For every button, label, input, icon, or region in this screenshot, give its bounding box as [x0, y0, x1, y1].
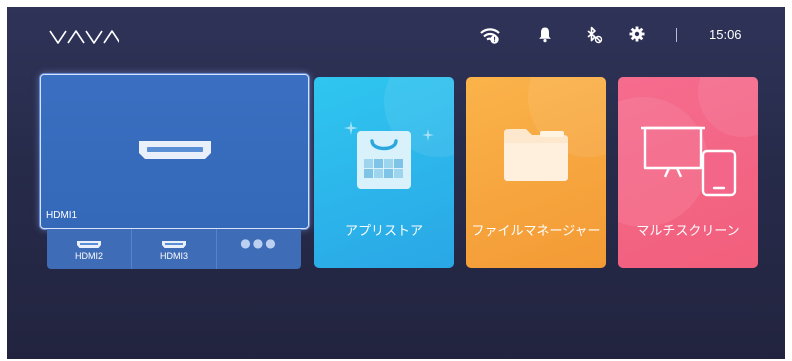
more-inputs-button[interactable]: ●●● [217, 229, 301, 269]
gear-icon[interactable] [629, 26, 645, 46]
hdmi1-label: HDMI1 [46, 210, 78, 221]
multi-screen-tile[interactable]: マルチスクリーン [618, 77, 758, 268]
hdmi2-label: HDMI2 [74, 251, 103, 261]
input-source-row: HDMI2 HDMI3 ●●● [47, 229, 301, 269]
sparkle-icon [422, 129, 434, 141]
status-divider [676, 28, 677, 42]
bell-icon[interactable] [538, 26, 552, 47]
hdmi1-tile[interactable]: HDMI1 [40, 74, 309, 229]
app-store-label: アプリストア [344, 224, 423, 239]
shopping-bag-icon [355, 125, 413, 195]
more-dots-icon: ●●● [240, 236, 278, 250]
brand-logo [49, 29, 121, 49]
file-manager-tile[interactable]: ファイルマネージャー [466, 77, 606, 268]
bluetooth-off-icon[interactable] [585, 26, 603, 48]
hdmi3-label: HDMI3 [159, 251, 188, 261]
hdmi-port-icon [137, 138, 213, 170]
app-store-tile[interactable]: アプリストア [314, 77, 454, 268]
screen-tablet-icon [639, 125, 737, 201]
hdmi3-tile[interactable]: HDMI3 [132, 229, 217, 269]
folder-icon [500, 125, 572, 189]
clock: 15:06 [709, 27, 742, 42]
home-screen: 15:06 HDMI1 HDMI2 HDMI3 ●●● アプリストア ファイルマ… [7, 7, 785, 359]
multi-screen-label: マルチスクリーン [636, 224, 740, 239]
file-manager-label: ファイルマネージャー [471, 224, 601, 239]
hdmi2-tile[interactable]: HDMI2 [47, 229, 132, 269]
wifi-alert-icon[interactable] [479, 26, 501, 48]
